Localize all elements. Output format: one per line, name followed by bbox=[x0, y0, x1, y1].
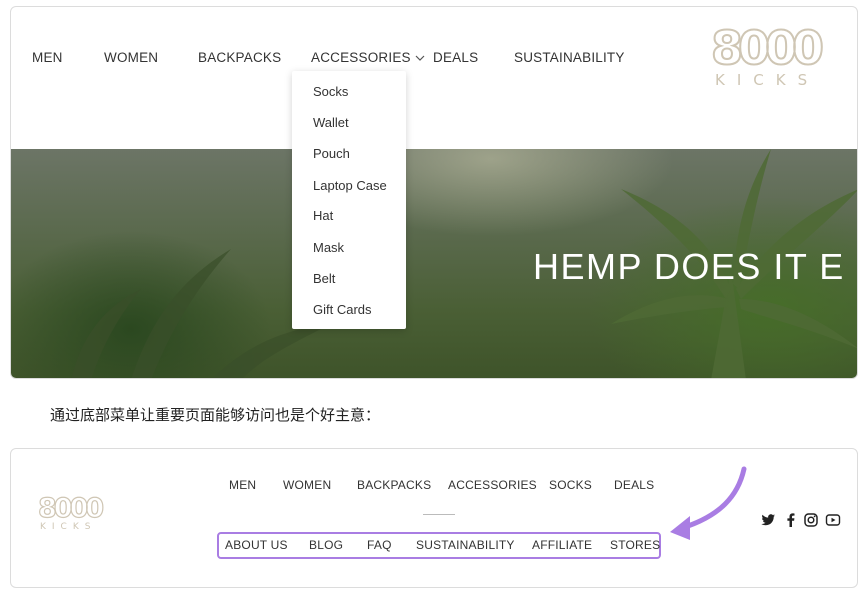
header-screenshot: MEN WOMEN BACKPACKS ACCESSORIES DEALS SU… bbox=[10, 6, 858, 379]
footer-link-stores[interactable]: STORES bbox=[610, 538, 660, 552]
dropdown-item[interactable]: Mask bbox=[313, 240, 344, 255]
hero-title: HEMP DOES IT E bbox=[533, 246, 845, 287]
nav-accessories-label: ACCESSORIES bbox=[311, 50, 411, 65]
footer-divider bbox=[423, 514, 455, 515]
article-caption: 通过底部菜单让重要页面能够访问也是个好主意： bbox=[50, 406, 381, 424]
nav-men[interactable]: MEN bbox=[32, 50, 63, 65]
dropdown-item[interactable]: Hat bbox=[313, 208, 333, 223]
dropdown-item[interactable]: Belt bbox=[313, 271, 335, 286]
footer-link-faq[interactable]: FAQ bbox=[367, 538, 392, 552]
footer-nav-deals[interactable]: DEALS bbox=[614, 478, 654, 492]
instagram-icon[interactable] bbox=[803, 512, 819, 528]
footer-link-about-us[interactable]: ABOUT US bbox=[225, 538, 288, 552]
dropdown-item[interactable]: Pouch bbox=[313, 146, 350, 161]
facebook-icon[interactable] bbox=[783, 512, 799, 528]
logo-word: KICKS bbox=[715, 71, 820, 89]
footer-logo[interactable]: 8000 KICKS bbox=[37, 493, 108, 535]
chevron-down-icon bbox=[415, 56, 425, 62]
dropdown-item[interactable]: Gift Cards bbox=[313, 302, 372, 317]
footer-link-sustainability[interactable]: SUSTAINABILITY bbox=[416, 538, 515, 552]
footer-nav-accessories[interactable]: ACCESSORIES bbox=[448, 478, 537, 492]
dropdown-item[interactable]: Wallet bbox=[313, 115, 349, 130]
annotation-arrow-icon bbox=[670, 466, 747, 540]
accessories-dropdown: Socks Wallet Pouch Laptop Case Hat Mask … bbox=[292, 71, 406, 329]
nav-deals[interactable]: DEALS bbox=[433, 50, 478, 65]
dropdown-item[interactable]: Laptop Case bbox=[313, 178, 387, 193]
brand-logo[interactable]: 8000 KICKS bbox=[710, 21, 825, 95]
footer-nav-women[interactable]: WOMEN bbox=[283, 478, 331, 492]
youtube-icon[interactable] bbox=[825, 512, 841, 528]
nav-accessories[interactable]: ACCESSORIES bbox=[311, 50, 425, 65]
footer-nav-backpacks[interactable]: BACKPACKS bbox=[357, 478, 431, 492]
nav-women[interactable]: WOMEN bbox=[104, 50, 158, 65]
footer-logo-number: 8000 bbox=[37, 493, 104, 524]
nav-sustainability[interactable]: SUSTAINABILITY bbox=[514, 50, 625, 65]
footer-nav-men[interactable]: MEN bbox=[229, 478, 256, 492]
hero-banner: HEMP DOES IT E bbox=[11, 149, 857, 378]
footer-nav-socks[interactable]: SOCKS bbox=[549, 478, 592, 492]
nav-backpacks[interactable]: BACKPACKS bbox=[198, 50, 281, 65]
footer-link-blog[interactable]: BLOG bbox=[309, 538, 343, 552]
dropdown-item[interactable]: Socks bbox=[313, 84, 348, 99]
logo-number: 8000 bbox=[710, 21, 825, 75]
twitter-icon[interactable] bbox=[760, 512, 776, 528]
top-navigation: MEN WOMEN BACKPACKS ACCESSORIES DEALS SU… bbox=[11, 7, 857, 149]
footer-link-affiliate[interactable]: AFFILIATE bbox=[532, 538, 592, 552]
